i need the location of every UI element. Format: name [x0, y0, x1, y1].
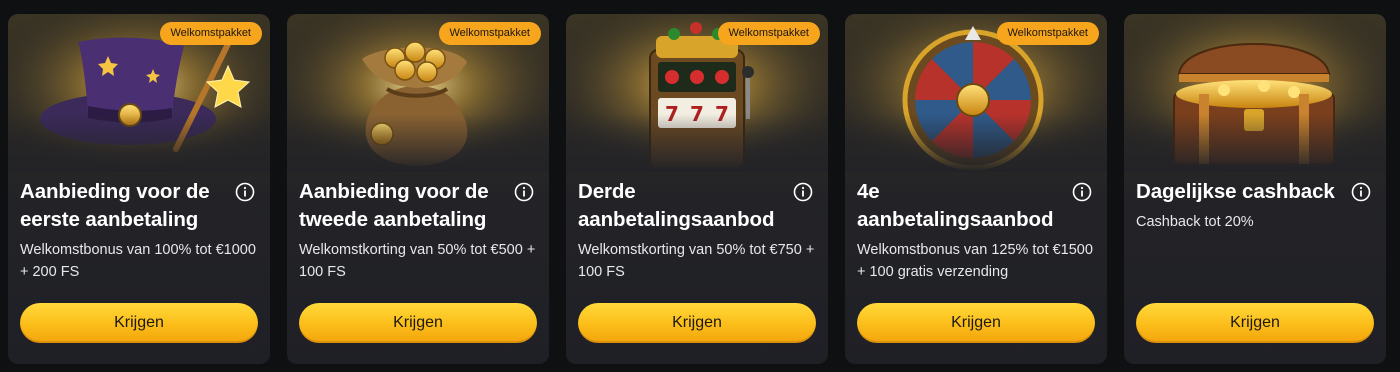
welcome-package-badge: Welkomstpakket: [996, 22, 1099, 45]
offer-description: Welkomstbonus van 125% tot €1500 + 100 g…: [857, 242, 1093, 280]
offer-title: Aanbieding voor de tweede aanbetaling: [299, 180, 489, 231]
offer-description: Welkomstbonus van 100% tot €1000 + 200 F…: [20, 242, 256, 280]
offer-description: Welkomstkorting van 50% tot €750 + 100 F…: [578, 242, 815, 280]
offer-card-third-deposit: 7 7 7 Welkomstpakket Derde aanbetalingsa…: [566, 14, 828, 364]
offer-description: Cashback tot 20%: [1136, 214, 1254, 230]
welcome-package-badge: Welkomstpakket: [159, 22, 262, 45]
treasure-chest-icon: [1124, 14, 1386, 172]
welcome-package-badge: Welkomstpakket: [438, 22, 541, 45]
welcome-package-badge: Welkomstpakket: [717, 22, 820, 45]
offer-card-second-deposit: Welkomstpakket Aanbieding voor de tweede…: [287, 14, 549, 364]
offer-title: 4e aanbetalingsaanbod: [857, 180, 1054, 231]
info-icon[interactable]: [1351, 182, 1371, 202]
info-icon[interactable]: [514, 182, 534, 202]
offer-illustration: [1124, 14, 1386, 172]
info-icon[interactable]: [793, 182, 813, 202]
claim-button[interactable]: Krijgen: [299, 303, 537, 343]
offer-list: Welkomstpakket Aanbieding voor de eerste…: [8, 14, 1386, 364]
offer-title: Dagelijkse cashback: [1136, 180, 1335, 203]
offer-card-daily-cashback: Dagelijkse cashback Cashback tot 20% Kri…: [1124, 14, 1386, 364]
offer-title: Aanbieding voor de eerste aanbetaling: [20, 180, 210, 231]
offer-title: Derde aanbetalingsaanbod: [578, 180, 775, 231]
claim-button[interactable]: Krijgen: [1136, 303, 1374, 343]
claim-button[interactable]: Krijgen: [20, 303, 258, 343]
info-icon[interactable]: [235, 182, 255, 202]
offer-description: Welkomstkorting van 50% tot €500 + 100 F…: [299, 242, 536, 280]
offer-card-first-deposit: Welkomstpakket Aanbieding voor de eerste…: [8, 14, 270, 364]
claim-button[interactable]: Krijgen: [857, 303, 1095, 343]
offer-card-fourth-deposit: Welkomstpakket 4e aanbetalingsaanbod Wel…: [845, 14, 1107, 364]
info-icon[interactable]: [1072, 182, 1092, 202]
claim-button[interactable]: Krijgen: [578, 303, 816, 343]
